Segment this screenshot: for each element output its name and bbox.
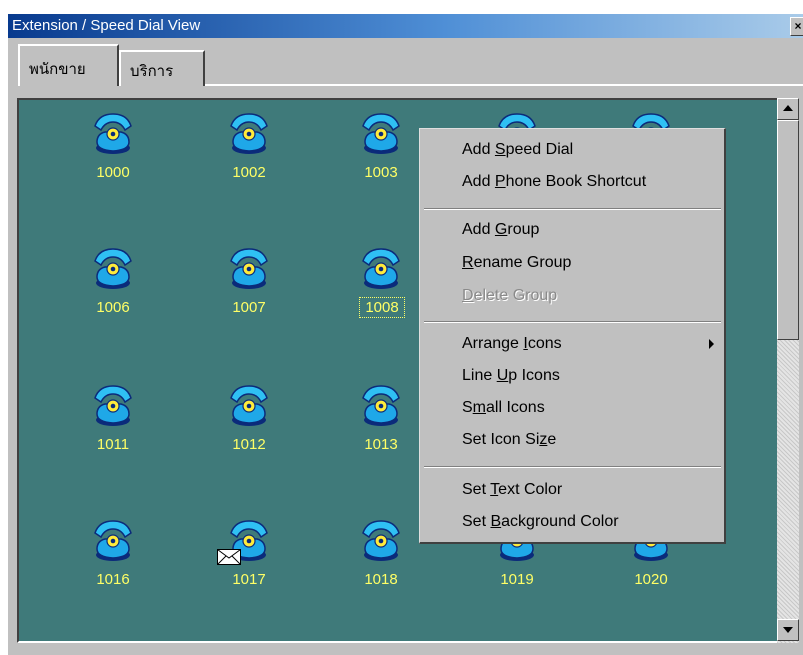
- extension-label: 1002: [232, 164, 266, 181]
- menu-item-add-phone-book-shortcut[interactable]: Add Phone Book Shortcut: [462, 173, 646, 191]
- extension-label: 1008: [359, 297, 405, 318]
- menu-accel: P: [494, 173, 506, 190]
- extension-label: 1018: [364, 571, 398, 588]
- menu-text: Set Icon Si: [462, 431, 540, 448]
- extension-label: 1016: [96, 571, 130, 588]
- menu-text: all Icons: [486, 399, 545, 416]
- extension-label: 1020: [634, 571, 668, 588]
- tab-salesperson[interactable]: พนักขาย: [18, 44, 119, 86]
- phone-icon: [230, 113, 268, 155]
- menu-text: peed Dial: [505, 141, 574, 158]
- phone-icon: [230, 248, 268, 290]
- menu-accel: S: [494, 141, 506, 158]
- menu-separator: [424, 321, 721, 323]
- menu-item-delete-group: Delete Group: [462, 287, 557, 305]
- menu-accel: T: [490, 481, 499, 498]
- menu-item-arrange-icons[interactable]: Arrange Icons: [462, 335, 562, 353]
- title-bar[interactable]: Extension / Speed Dial View ×: [8, 14, 803, 38]
- menu-text: Add: [462, 141, 495, 158]
- phone-icon: [362, 113, 400, 155]
- phone-icon: [230, 385, 268, 427]
- menu-text: Add: [462, 221, 495, 238]
- phone-icon: [94, 385, 132, 427]
- menu-item-small-icons[interactable]: Small Icons: [462, 399, 545, 417]
- tab-service[interactable]: บริการ: [119, 50, 205, 86]
- window-title: Extension / Speed Dial View: [12, 17, 201, 34]
- tab-label: พนักขาย: [29, 60, 86, 78]
- arrow-up-icon: [783, 105, 793, 111]
- menu-accel: U: [496, 367, 509, 384]
- phone-icon: [362, 520, 400, 562]
- phone-icon: [94, 248, 132, 290]
- menu-text: roup: [507, 221, 540, 238]
- phone-icon: [94, 520, 132, 562]
- menu-accel: D: [462, 287, 474, 304]
- menu-text: ext Color: [498, 481, 563, 498]
- phone-icon: [362, 248, 400, 290]
- menu-accel: R: [462, 254, 474, 271]
- scroll-up-button[interactable]: [777, 98, 799, 120]
- menu-text: Arrange: [462, 335, 524, 352]
- extension-label: 1011: [96, 436, 130, 453]
- context-menu: Add Speed Dial Add Phone Book Shortcut A…: [419, 128, 726, 544]
- menu-text: e: [547, 431, 557, 448]
- extension-label: 1003: [364, 164, 398, 181]
- extension-label: 1000: [96, 164, 130, 181]
- menu-accel: G: [494, 221, 508, 238]
- menu-text: Set: [462, 481, 491, 498]
- menu-text: ackground Color: [501, 513, 619, 530]
- scroll-down-button[interactable]: [777, 619, 799, 641]
- phone-icon: [362, 385, 400, 427]
- extension-label: 1019: [500, 571, 534, 588]
- menu-item-set-text-color[interactable]: Set Text Color: [462, 481, 562, 499]
- menu-item-set-background-color[interactable]: Set Background Color: [462, 513, 619, 531]
- menu-text: Set: [462, 513, 491, 530]
- menu-separator: [424, 208, 721, 210]
- extension-label: 1007: [232, 299, 266, 316]
- menu-accel: B: [490, 513, 502, 530]
- menu-text: ename Group: [473, 254, 572, 271]
- menu-item-add-group[interactable]: Add Group: [462, 221, 539, 239]
- tab-divider: [205, 84, 803, 86]
- menu-text: p Icons: [508, 367, 560, 384]
- envelope-icon: [217, 549, 241, 565]
- menu-text: hone Book Shortcut: [505, 173, 647, 190]
- menu-separator: [424, 466, 721, 468]
- menu-text: S: [462, 399, 473, 416]
- extension-label: 1013: [364, 436, 398, 453]
- extension-label: 1017: [232, 571, 266, 588]
- menu-text: cons: [527, 335, 562, 352]
- menu-text: Add: [462, 173, 495, 190]
- menu-item-rename-group[interactable]: Rename Group: [462, 254, 571, 272]
- phone-icon: [94, 113, 132, 155]
- scroll-thumb[interactable]: [777, 120, 799, 340]
- submenu-arrow-icon: [709, 339, 714, 349]
- menu-item-set-icon-size[interactable]: Set Icon Size: [462, 431, 556, 449]
- menu-item-line-up-icons[interactable]: Line Up Icons: [462, 367, 560, 385]
- vertical-scrollbar[interactable]: [777, 98, 799, 643]
- tab-label: บริการ: [130, 62, 174, 80]
- extension-label: 1006: [96, 299, 130, 316]
- extension-label: 1012: [232, 436, 266, 453]
- arrow-down-icon: [783, 627, 793, 633]
- menu-item-add-speed-dial[interactable]: Add Speed Dial: [462, 141, 573, 159]
- menu-text: Line: [462, 367, 497, 384]
- menu-text: elete Group: [473, 287, 558, 304]
- menu-accel: m: [472, 399, 486, 416]
- close-icon[interactable]: ×: [790, 17, 803, 36]
